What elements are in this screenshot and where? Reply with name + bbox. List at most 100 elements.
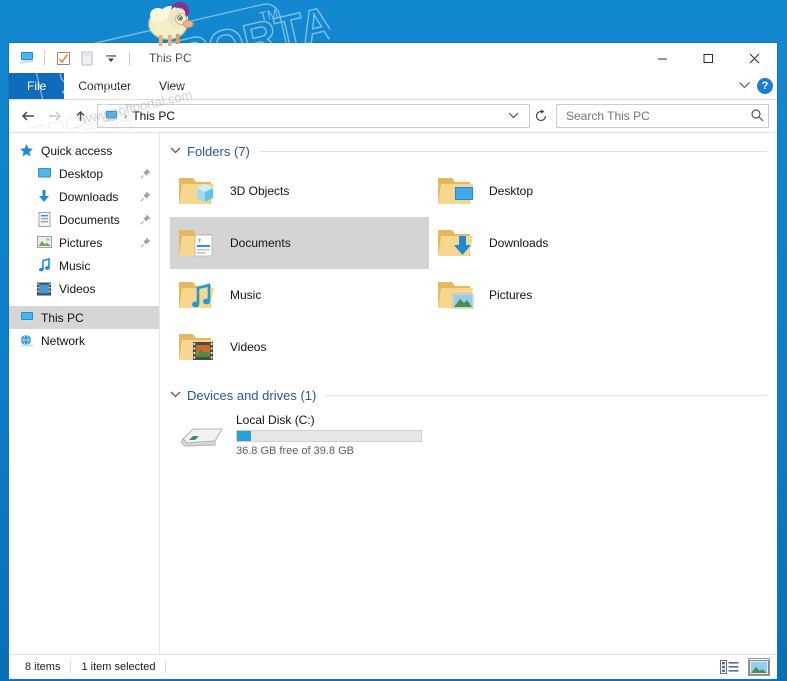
tile-videos[interactable]: Videos [170,321,429,373]
view-toggle-group [719,655,770,679]
pin-icon[interactable] [140,191,151,205]
tile-label: Desktop [489,184,534,198]
sidebar-item-label: Videos [59,281,96,296]
star-icon [17,143,35,158]
tile-downloads[interactable]: Downloads [429,217,688,269]
sidebar-item-label: Desktop [59,166,104,181]
help-icon[interactable]: ? [757,78,773,94]
ribbon-tab-bar: File Computer View ? [9,73,777,100]
group-divider [326,394,767,396]
sidebar-item-label: Documents [59,212,120,227]
pictures-icon [35,236,53,249]
tile-3d-objects[interactable]: 3D Objects [170,165,429,217]
pin-icon[interactable] [140,214,151,228]
group-divider [259,150,767,152]
address-bar: › This PC [9,100,777,132]
sidebar-item-this-pc[interactable]: This PC [9,306,159,329]
sidebar-item-desktop[interactable]: Desktop [9,162,159,185]
drive-item-local-disk[interactable]: Local Disk (C:) 36.8 GB free of 39.8 GB [170,411,767,459]
folder-tiles: 3D Objects Desktop Documents Downloads M… [170,165,767,373]
pin-icon[interactable] [140,237,151,251]
sidebar-item-label: Quick access [41,143,113,158]
status-bar: 8 items 1 item selected [9,654,777,679]
file-explorer-window: This PC File Computer View ? › This PC S… [8,42,778,680]
sidebar-item-pictures[interactable]: Pictures [9,231,159,254]
group-header-devices[interactable]: Devices and drives (1) [170,385,767,405]
search-box[interactable] [556,104,769,128]
status-selection: 1 item selected [81,661,156,673]
folder-music-icon [174,271,222,319]
folder-3d-objects-icon [174,167,222,215]
customize-dropdown-icon[interactable] [102,49,120,67]
content-pane: Folders (7) 3D Objects Desktop Documents… [160,133,777,654]
tile-label: Documents [230,236,291,250]
up-button[interactable] [67,104,93,128]
tile-desktop[interactable]: Desktop [429,165,688,217]
sidebar-item-quick-access[interactable]: Quick access [9,139,159,162]
pin-icon[interactable] [140,168,151,182]
breadcrumb-bar[interactable]: › This PC [97,104,530,128]
ribbon-actions: ? [738,73,773,99]
music-icon [35,258,53,273]
back-button[interactable] [15,104,41,128]
sidebar-item-label: Music [59,258,91,273]
search-input[interactable] [564,108,750,124]
group-header-folders[interactable]: Folders (7) [170,141,767,161]
drive-usage-fill [237,431,251,441]
tab-view[interactable]: View [145,73,199,99]
group-title: Devices and drives (1) [187,387,317,403]
sidebar-item-documents[interactable]: Documents [9,208,159,231]
tile-music[interactable]: Music [170,269,429,321]
chevron-down-icon[interactable] [170,146,181,157]
sidebar-item-music[interactable]: Music [9,254,159,277]
drive-usage-bar [236,430,422,442]
this-pc-icon[interactable] [17,49,35,67]
tab-file[interactable]: File [9,73,65,99]
qat-divider [44,51,45,65]
tab-computer[interactable]: Computer [64,73,145,99]
tile-label: 3D Objects [230,184,290,198]
quick-access-toolbar: This PC [17,49,192,67]
hard-drive-icon [174,411,230,459]
videos-icon [37,282,51,295]
close-button[interactable] [731,43,777,73]
tile-label: Downloads [489,236,549,250]
folder-videos-icon [174,323,222,371]
folder-documents-icon [174,219,222,267]
sidebar-item-label: Network [41,333,86,348]
sidebar-item-videos[interactable]: Videos [9,277,159,300]
breadcrumb-dropdown-icon[interactable] [502,110,525,122]
tile-label: Videos [230,340,267,354]
chevron-down-icon[interactable] [738,79,751,93]
refresh-button[interactable] [530,105,552,127]
tile-label: Pictures [489,288,533,302]
network-icon [17,334,35,348]
breadcrumb-path[interactable]: This PC [132,109,175,123]
sidebar-item-network[interactable]: Network [9,329,159,352]
sidebar-item-label: This PC [41,310,84,325]
qat-divider-2 [129,51,130,65]
minimize-button[interactable] [639,43,685,73]
status-item-count: 8 items [25,661,61,673]
window-controls [639,43,777,73]
folder-downloads-icon [433,219,481,267]
folder-desktop-icon [433,167,481,215]
title-bar: This PC [9,43,777,73]
this-pc-icon [17,311,35,325]
details-view-icon[interactable] [719,659,739,675]
explorer-body: Quick access Desktop Downloads Documents… [9,132,777,654]
tile-documents[interactable]: Documents [170,217,429,269]
drive-name: Local Disk (C:) [236,413,315,427]
forward-button[interactable] [41,104,67,128]
sidebar-item-downloads[interactable]: Downloads [9,185,159,208]
tile-pictures[interactable]: Pictures [429,269,688,321]
properties-icon[interactable] [54,49,72,67]
tile-label: Music [230,288,262,302]
search-icon[interactable] [750,108,764,125]
sidebar-item-label: Pictures [59,235,103,250]
maximize-button[interactable] [685,43,731,73]
chevron-down-icon[interactable] [170,390,181,401]
large-icons-view-icon[interactable] [748,658,770,676]
desktop-icon [35,167,53,180]
new-folder-icon[interactable] [78,49,96,67]
